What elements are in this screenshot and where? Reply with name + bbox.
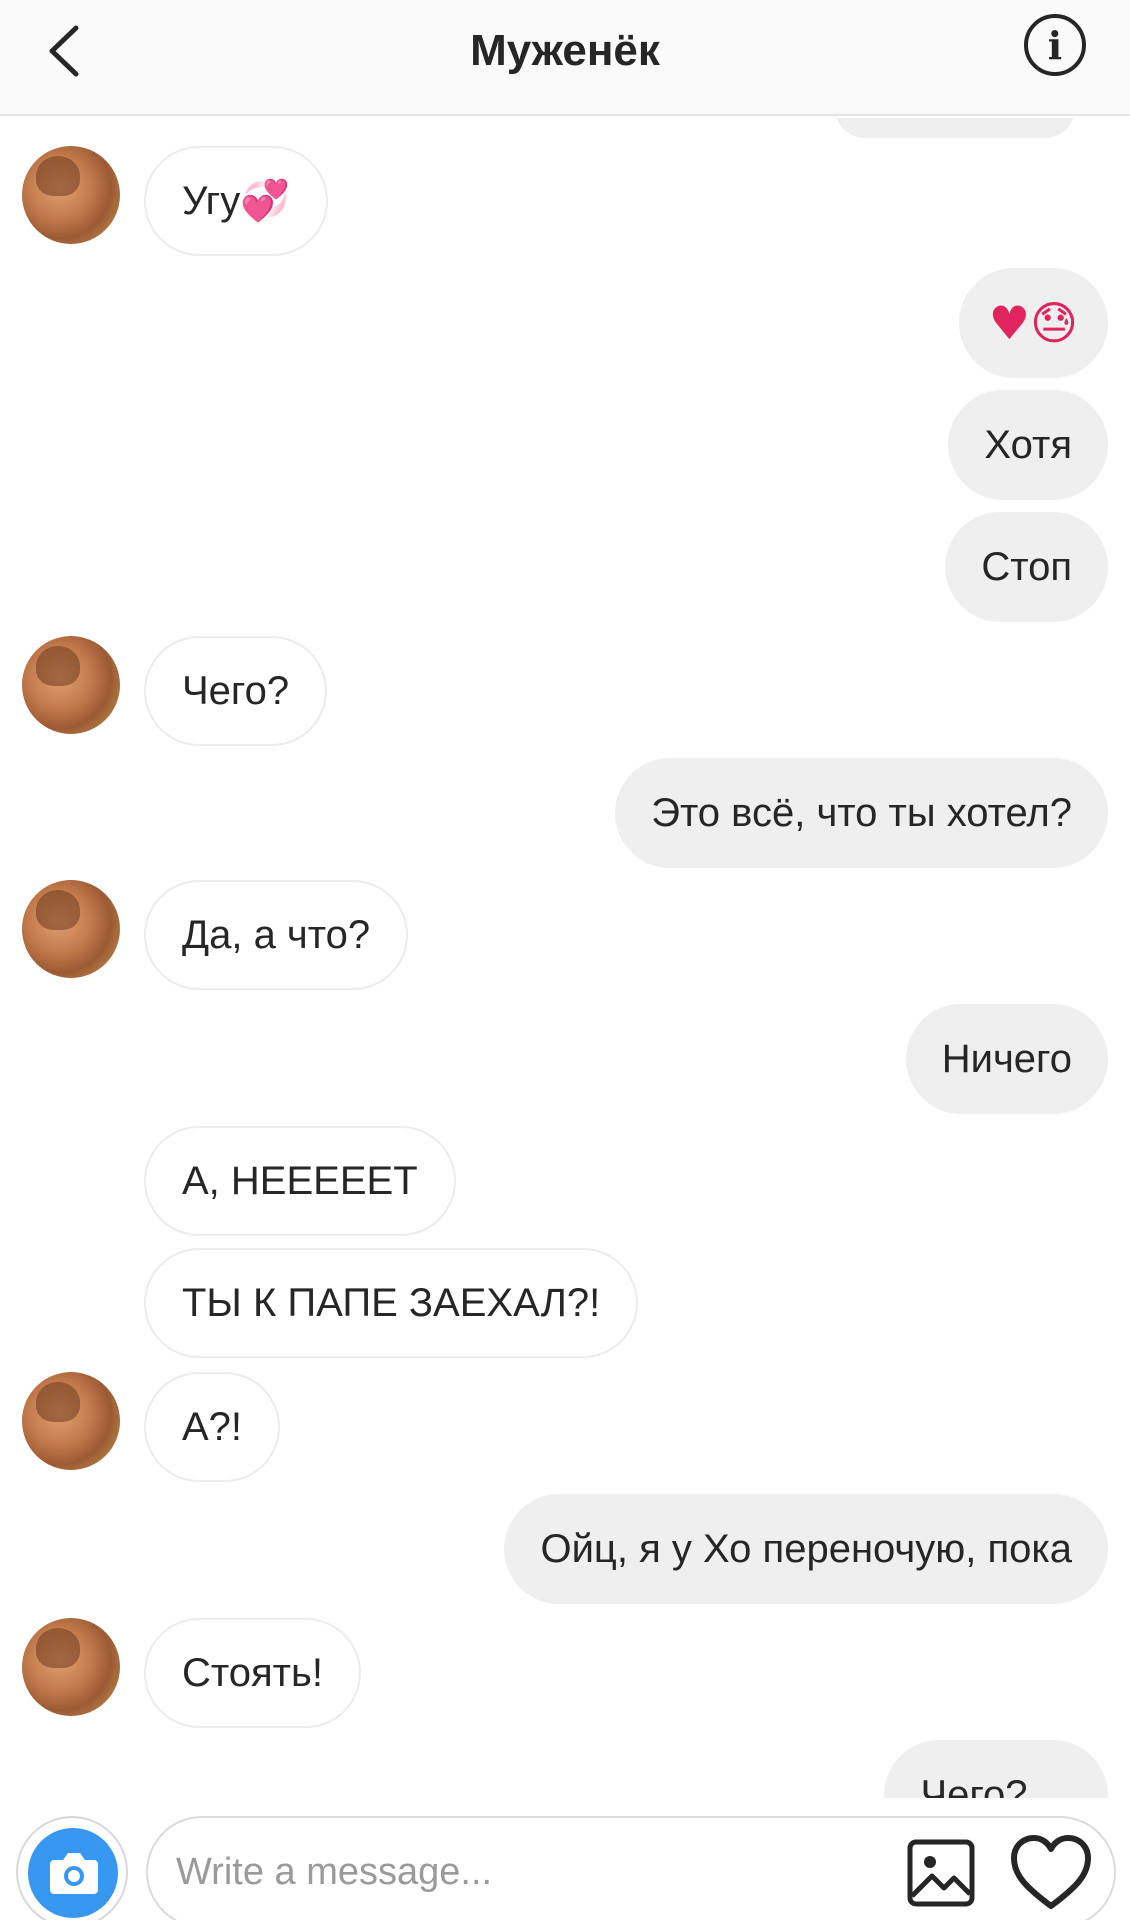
message-text: ТЫ К ПАПЕ ЗАЕХАЛ?! xyxy=(182,1281,601,1325)
avatar[interactable] xyxy=(22,880,120,978)
incoming-message-bubble[interactable]: Чего? xyxy=(144,636,328,746)
camera-icon-background xyxy=(28,1828,118,1918)
message-input-container xyxy=(146,1816,1116,1920)
message-row: Стоять! xyxy=(0,1604,1130,1728)
incoming-message-bubble[interactable]: Угу💞 xyxy=(144,146,329,256)
message-row: А?! xyxy=(0,1358,1130,1482)
message-list[interactable]: Угу💞 ♥😓 Хотя Стоп Чего? Это всё, что ты … xyxy=(0,118,1130,1798)
message-row: Угу💞 xyxy=(0,132,1130,256)
message-text: Ойц, я у Хо переночую, пока xyxy=(540,1527,1072,1571)
message-row: А, НЕЕЕЕЕТ xyxy=(0,1112,1130,1236)
message-row: Чего?.... xyxy=(0,1726,1130,1798)
message-text: Стоять! xyxy=(182,1651,323,1695)
avatar[interactable] xyxy=(22,1618,120,1716)
message-text: Угу xyxy=(182,179,241,223)
message-row: Ничего xyxy=(0,990,1130,1114)
outgoing-message-bubble[interactable]: Ничего xyxy=(905,1004,1108,1114)
outgoing-message-bubble[interactable]: Чего?.... xyxy=(884,1740,1108,1798)
outgoing-message-bubble[interactable]: Это всё, что ты хотел? xyxy=(615,758,1108,868)
message-text: А?! xyxy=(182,1405,243,1449)
message-composer xyxy=(0,1798,1130,1920)
message-text: Чего?.... xyxy=(920,1773,1072,1798)
message-text: Чего? xyxy=(182,669,290,713)
incoming-message-bubble[interactable]: А?! xyxy=(144,1372,281,1482)
heart-icon xyxy=(1011,1835,1091,1909)
message-row: Да, а что? xyxy=(0,866,1130,990)
camera-icon xyxy=(50,1853,98,1894)
message-text: А, НЕЕЕЕЕТ xyxy=(182,1159,418,1203)
message-row: ТЫ К ПАПЕ ЗАЕХАЛ?! xyxy=(0,1234,1130,1358)
incoming-message-bubble[interactable]: Стоять! xyxy=(144,1618,361,1728)
two-hearts-emoji: 💞 xyxy=(240,178,291,224)
heart-sweat-emoji: ♥😓 xyxy=(988,296,1078,350)
incoming-message-bubble[interactable]: ТЫ К ПАПЕ ЗАЕХАЛ?! xyxy=(144,1248,639,1358)
outgoing-message-bubble[interactable]: Ойц, я у Хо переночую, пока xyxy=(504,1494,1108,1604)
message-row: Чего? xyxy=(0,622,1130,746)
info-button[interactable]: i xyxy=(1024,14,1086,76)
message-input[interactable] xyxy=(176,1840,896,1904)
message-row: Стоп xyxy=(0,498,1130,622)
info-icon: i xyxy=(1047,23,1063,68)
message-row: ♥😓 xyxy=(0,254,1130,378)
avatar[interactable] xyxy=(22,636,120,734)
chat-header: Муженёк i xyxy=(0,0,1130,116)
outgoing-message-bubble[interactable]: Стоп xyxy=(945,512,1108,622)
message-text: Да, а что? xyxy=(182,913,371,957)
outgoing-message-bubble[interactable]: ♥😓 xyxy=(958,268,1108,378)
incoming-message-bubble[interactable]: Да, а что? xyxy=(144,880,409,990)
gallery-button[interactable] xyxy=(906,1838,976,1908)
chat-title[interactable]: Муженёк xyxy=(0,26,1130,76)
message-row: Хотя xyxy=(0,376,1130,500)
avatar[interactable] xyxy=(22,1372,120,1470)
message-text: Хотя xyxy=(984,423,1072,467)
outgoing-message-bubble[interactable]: Хотя xyxy=(948,390,1108,500)
camera-button[interactable] xyxy=(16,1816,128,1920)
like-button[interactable] xyxy=(1010,1834,1092,1912)
message-row: Это всё, что ты хотел? xyxy=(0,744,1130,868)
incoming-message-bubble[interactable]: А, НЕЕЕЕЕТ xyxy=(144,1126,456,1236)
message-text: Стоп xyxy=(981,545,1072,589)
gallery-icon xyxy=(907,1839,975,1907)
avatar[interactable] xyxy=(22,146,120,244)
message-row: Ойц, я у Хо переночую, пока xyxy=(0,1480,1130,1604)
message-text: Это всё, что ты хотел? xyxy=(651,791,1072,835)
message-text: Ничего xyxy=(941,1037,1072,1081)
